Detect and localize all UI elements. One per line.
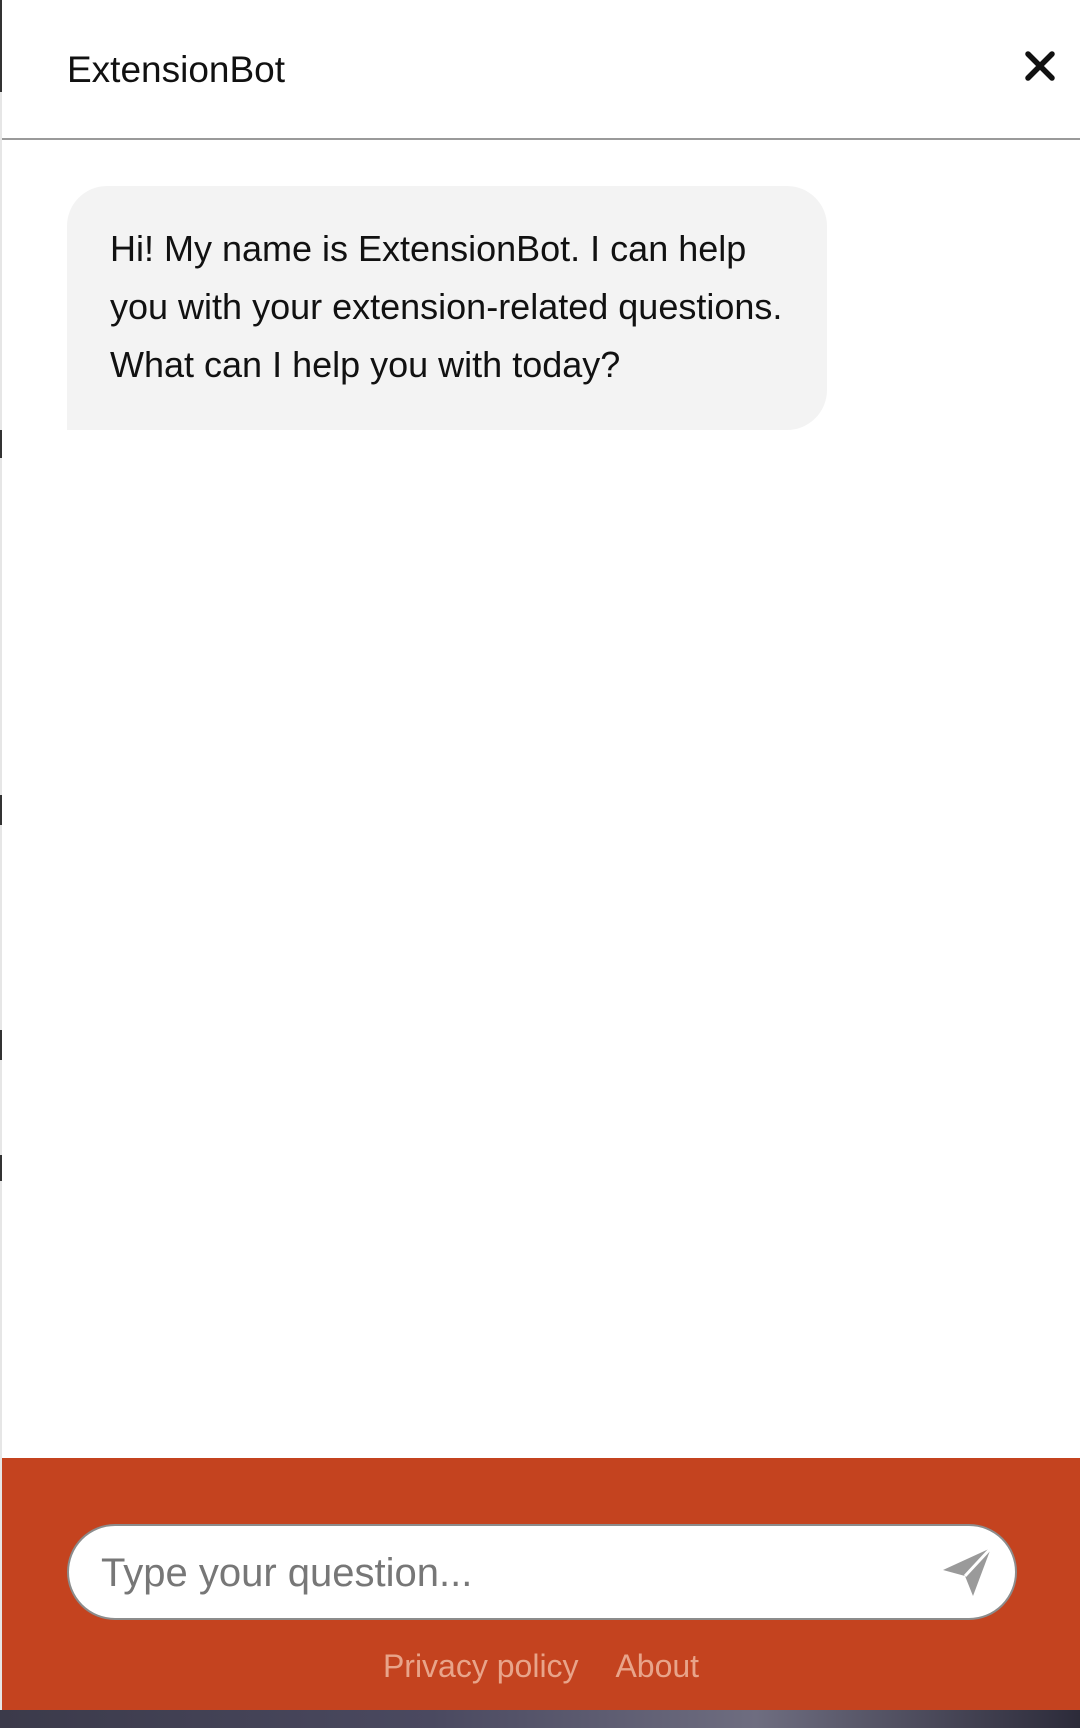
chat-title: ExtensionBot	[67, 49, 286, 90]
about-link[interactable]: About	[615, 1648, 699, 1684]
chat-widget: ExtensionBot Hi! My name is ExtensionBot…	[0, 0, 1080, 1728]
bot-message: Hi! My name is ExtensionBot. I can help …	[67, 186, 827, 430]
desktop-edge	[0, 1710, 1080, 1728]
close-icon	[1025, 51, 1055, 81]
question-input-container	[67, 1524, 1017, 1620]
close-button[interactable]	[1018, 44, 1062, 88]
send-button[interactable]	[937, 1542, 997, 1602]
footer-links: Privacy policy About	[2, 1646, 1080, 1686]
paper-plane-icon	[943, 1546, 993, 1596]
message-list: Hi! My name is ExtensionBot. I can help …	[2, 140, 1080, 1458]
chat-footer: Privacy policy About	[2, 1458, 1080, 1710]
privacy-policy-link[interactable]: Privacy policy	[383, 1648, 579, 1684]
question-input[interactable]	[99, 1526, 923, 1620]
chat-header: ExtensionBot	[2, 0, 1080, 140]
